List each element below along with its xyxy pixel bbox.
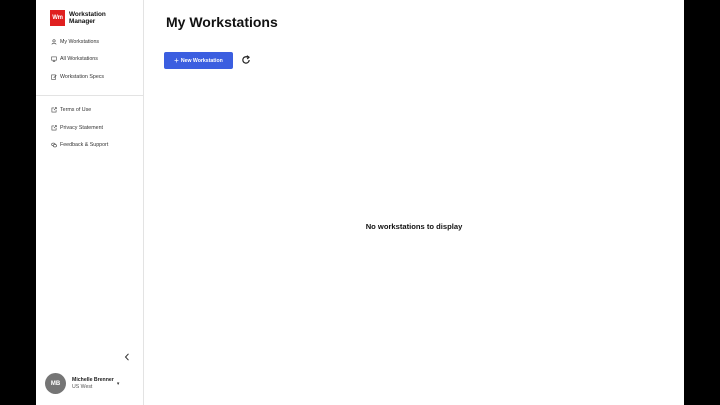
sidebar-item-workstation-specs[interactable]: Workstation Specs — [36, 68, 143, 86]
brand-name: Workstation Manager — [69, 11, 106, 25]
user-name: Michelle Brenner — [72, 377, 114, 383]
monitor-icon — [50, 56, 57, 63]
page-title: My Workstations — [166, 14, 278, 30]
sidebar-item-my-workstations[interactable]: My Workstations — [36, 33, 143, 51]
refresh-icon — [242, 55, 250, 64]
new-workstation-button[interactable]: + New Workstation — [164, 52, 233, 69]
external-link-icon — [50, 107, 57, 114]
empty-state-message: No workstations to display — [365, 222, 463, 231]
avatar: MB — [45, 373, 66, 394]
external-link-icon — [50, 124, 57, 131]
sidebar-item-all-workstations[interactable]: All Workstations — [36, 51, 143, 69]
sidebar-item-label: Feedback & Support — [60, 142, 109, 149]
caret-down-icon: ▾ — [116, 380, 120, 387]
main-content: My Workstations + New Workstation No wor… — [144, 0, 684, 405]
brand[interactable]: Wm Workstation Manager — [36, 0, 143, 28]
sidebar-item-label: My Workstations — [60, 38, 100, 45]
collapse-sidebar-button[interactable] — [122, 352, 132, 362]
refresh-button[interactable] — [240, 54, 252, 66]
sidebar-item-privacy-statement[interactable]: Privacy Statement — [36, 119, 143, 137]
app-window: Wm Workstation Manager My Workstations A… — [36, 0, 684, 405]
sidebar-item-label: Terms of Use — [60, 107, 92, 114]
sidebar-item-label: Privacy Statement — [60, 124, 103, 131]
edit-icon — [50, 73, 57, 80]
sidebar-item-feedback-support[interactable]: Feedback & Support — [36, 137, 143, 155]
brand-logo: Wm — [50, 9, 65, 26]
brand-name-line2: Manager — [69, 17, 96, 25]
new-workstation-label: New Workstation — [180, 57, 223, 64]
chat-icon — [50, 142, 57, 149]
sidebar: Wm Workstation Manager My Workstations A… — [36, 0, 144, 405]
chevron-left-icon — [124, 353, 129, 361]
brand-name-line1: Workstation — [69, 10, 106, 18]
user-menu[interactable]: MB Michelle Brenner US West ▾ — [45, 373, 119, 394]
user-info: Michelle Brenner US West — [72, 377, 114, 390]
sidebar-divider — [36, 94, 143, 96]
sidebar-item-label: Workstation Specs — [60, 73, 105, 80]
sidebar-item-label: All Workstations — [60, 56, 98, 63]
user-region: US West — [72, 383, 93, 390]
primary-nav: My Workstations All Workstations Worksta… — [36, 33, 143, 86]
sidebar-item-terms-of-use[interactable]: Terms of Use — [36, 102, 143, 120]
user-icon — [50, 38, 57, 45]
secondary-nav: Terms of Use Privacy Statement Feedback … — [36, 102, 143, 155]
plus-icon: + — [174, 55, 179, 65]
